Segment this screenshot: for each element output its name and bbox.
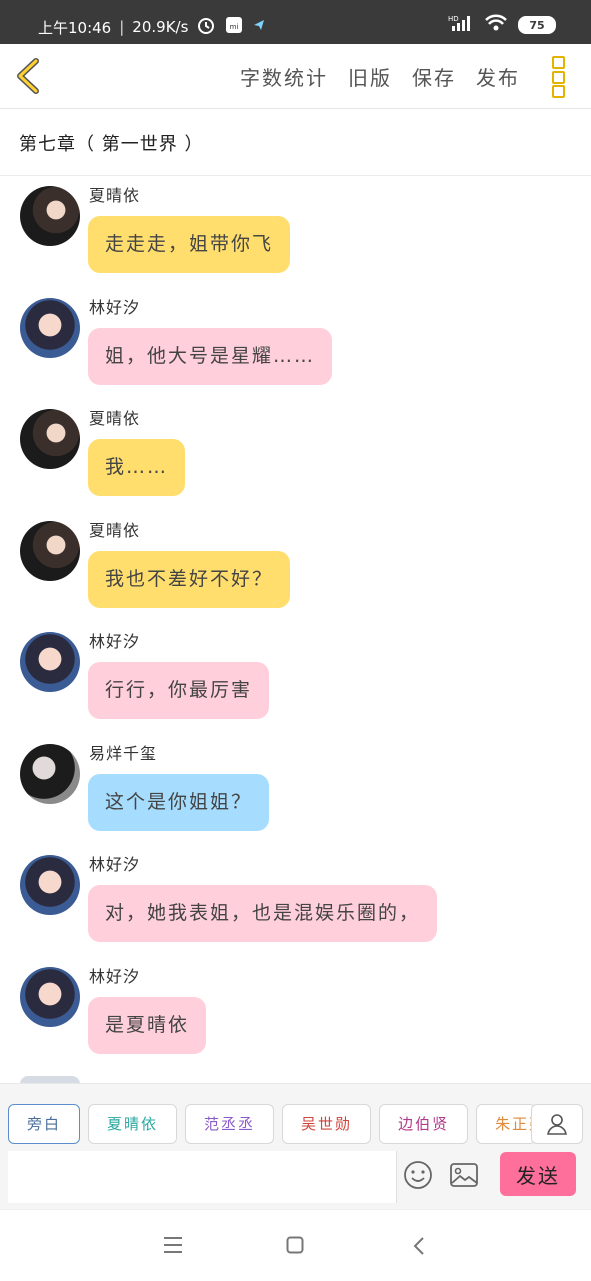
message-bubble[interactable]: 我…… — [88, 439, 186, 496]
system-navigation-bar — [0, 1209, 591, 1281]
sender-name: 林好汐 — [89, 855, 141, 874]
send-button[interactable]: 发送 — [500, 1152, 576, 1196]
avatar[interactable] — [20, 744, 80, 804]
save-button[interactable]: 保存 — [412, 62, 456, 91]
avatar[interactable] — [20, 967, 80, 1027]
battery-indicator: 75 — [518, 16, 556, 34]
paper-plane-icon — [252, 18, 266, 36]
avatar[interactable] — [20, 855, 80, 915]
menu-icon[interactable] — [163, 1236, 183, 1258]
message-bubble[interactable]: 行行，你最厉害 — [88, 662, 270, 719]
insert-image-button[interactable] — [449, 1162, 479, 1192]
message-bubble[interactable]: 走走走，姐带你飞 — [88, 216, 291, 273]
role-selector: 旁白 夏晴依 范丞丞 吴世勋 边伯贤 朱正廷 — [8, 1104, 537, 1144]
chapter-title: 第七章（ 第一世界 ） — [19, 134, 204, 155]
sender-name: 夏晴依 — [89, 521, 141, 540]
editor-toolbar: 字数统计 旧版 保存 发布 — [0, 44, 591, 109]
menu-dot-icon — [552, 56, 565, 69]
status-time: 上午10:46 — [38, 18, 112, 37]
role-character[interactable]: 范丞丞 — [185, 1104, 275, 1144]
message-input[interactable] — [8, 1151, 397, 1203]
alarm-icon — [196, 15, 216, 39]
menu-dot-icon — [552, 85, 565, 98]
compose-panel: 旁白 夏晴依 范丞丞 吴世勋 边伯贤 朱正廷 发送 — [0, 1083, 591, 1210]
home-icon[interactable] — [286, 1236, 304, 1258]
role-character[interactable]: 吴世勋 — [282, 1104, 372, 1144]
role-narrator[interactable]: 旁白 — [8, 1104, 81, 1144]
old-version-button[interactable]: 旧版 — [348, 62, 392, 91]
message-bubble[interactable]: 对，她我表姐，也是混娱乐圈的， — [88, 885, 438, 942]
sender-name: 林好汐 — [89, 632, 141, 651]
avatar[interactable] — [20, 632, 80, 692]
role-character[interactable]: 夏晴依 — [88, 1104, 178, 1144]
publish-button[interactable]: 发布 — [476, 62, 520, 91]
sender-name: 夏晴依 — [89, 409, 141, 428]
signal-icon: HD — [448, 14, 474, 36]
back-nav-icon[interactable] — [412, 1236, 426, 1260]
message-bubble[interactable]: 姐，他大号是星耀…… — [88, 328, 333, 385]
avatar[interactable] — [20, 409, 80, 469]
avatar[interactable] — [20, 186, 80, 246]
add-character-button[interactable] — [531, 1104, 583, 1144]
message-bubble[interactable]: 是夏晴依 — [88, 997, 207, 1054]
image-icon — [450, 1163, 478, 1187]
network-speed: 20.9K/s — [132, 18, 189, 36]
status-bar: 上午10:46 | 20.9K/s mi HD 75 — [0, 0, 591, 44]
word-count-button[interactable]: 字数统计 — [240, 62, 328, 91]
message-bubble[interactable]: 我也不差好不好？ — [88, 551, 291, 608]
avatar[interactable] — [20, 521, 80, 581]
menu-dot-icon — [552, 70, 565, 84]
svg-text:mi: mi — [230, 23, 239, 31]
back-button[interactable] — [14, 58, 44, 94]
more-menu-button[interactable] — [552, 56, 568, 98]
app-notification-icon: mi — [224, 15, 244, 39]
wifi-icon — [484, 14, 508, 36]
role-character[interactable]: 朱正廷 — [476, 1104, 537, 1144]
user-icon — [547, 1114, 567, 1135]
sender-name: 林好汐 — [89, 967, 141, 986]
role-character[interactable]: 边伯贤 — [379, 1104, 469, 1144]
emoji-button[interactable] — [403, 1160, 433, 1194]
chapter-header[interactable]: 第七章（ 第一世界 ） — [0, 109, 591, 176]
sender-name: 夏晴依 — [89, 186, 141, 205]
chevron-left-icon — [17, 58, 39, 94]
sender-name: 林好汐 — [89, 298, 141, 317]
svg-text:HD: HD — [448, 15, 459, 23]
avatar[interactable] — [20, 298, 80, 358]
smiley-icon — [404, 1161, 432, 1189]
message-bubble[interactable]: 这个是你姐姐？ — [88, 774, 270, 831]
sender-name: 易烊千玺 — [89, 744, 158, 763]
